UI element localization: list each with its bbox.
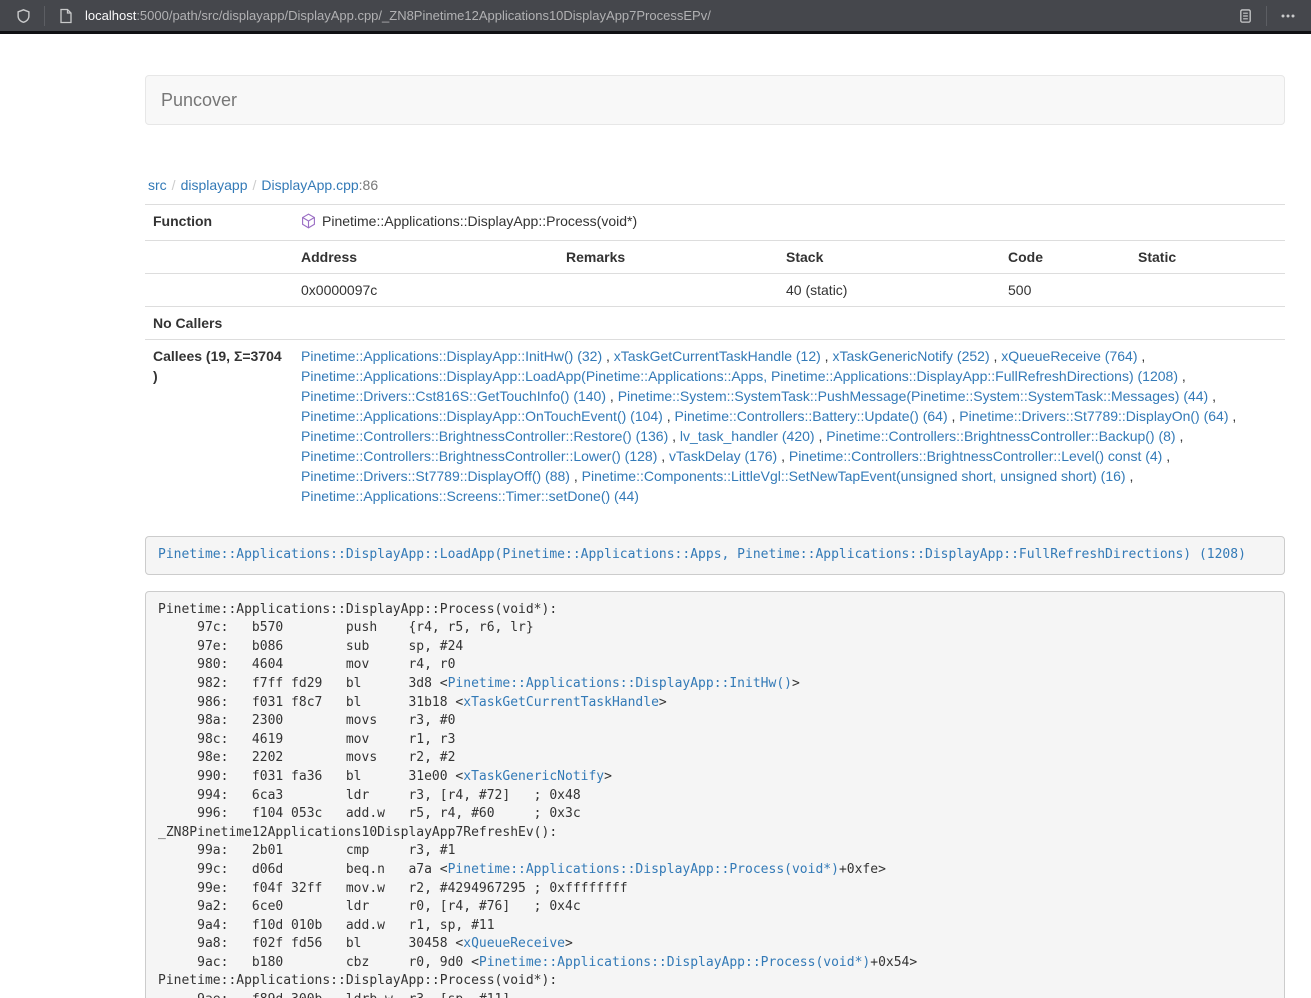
callee-separator: , (990, 348, 1002, 364)
stack-value: 40 (static) (778, 274, 1000, 307)
page-icon[interactable] (53, 3, 79, 29)
breadcrumb-line-number: :86 (359, 177, 378, 193)
symbol-table: Function Pinetime::Applications::Display… (145, 204, 1285, 512)
breadcrumb-separator: / (167, 177, 181, 193)
callee-link[interactable]: xTaskGetCurrentTaskHandle (12) (614, 348, 821, 364)
callee-link[interactable]: Pinetime::Applications::DisplayApp::Init… (301, 348, 602, 364)
callee-link[interactable]: Pinetime::Controllers::BrightnessControl… (789, 448, 1162, 464)
callee-separator: , (657, 448, 669, 464)
callee-link[interactable]: Pinetime::Applications::DisplayApp::OnTo… (301, 408, 663, 424)
callee-link[interactable]: Pinetime::Applications::Screens::Timer::… (301, 488, 639, 504)
detail-value-row: 0x0000097c 40 (static) 500 (145, 274, 1285, 307)
highlighted-callee-link[interactable]: Pinetime::Applications::DisplayApp::Load… (158, 547, 1246, 562)
callee-link[interactable]: xTaskGenericNotify (252) (832, 348, 989, 364)
url-path: :5000/path/src/displayapp/DisplayApp.cpp… (136, 8, 711, 23)
callee-separator: , (815, 428, 827, 444)
callers-row: No Callers (145, 307, 1285, 340)
app-brand-link[interactable]: Puncover (146, 90, 252, 111)
address-value: 0x0000097c (293, 274, 558, 307)
callee-link[interactable]: Pinetime::Controllers::BrightnessControl… (826, 428, 1175, 444)
callees-list: Pinetime::Applications::DisplayApp::Init… (293, 340, 1285, 513)
callee-separator: , (1137, 348, 1145, 364)
callee-link[interactable]: Pinetime::Controllers::BrightnessControl… (301, 428, 668, 444)
urlbar-divider (44, 6, 45, 26)
callee-link[interactable]: Pinetime::Components::LittleVgl::SetNewT… (582, 468, 1126, 484)
callees-row: Callees (19, Σ=3704 ) Pinetime::Applicat… (145, 340, 1285, 513)
callee-separator: , (1208, 388, 1216, 404)
url-host: localhost (85, 8, 136, 23)
browser-chrome: localhost:5000/path/src/displayapp/Displ… (0, 0, 1311, 34)
callee-link[interactable]: lv_task_handler (420) (680, 428, 815, 444)
callee-separator: , (1178, 368, 1186, 384)
callees-label: Callees (19, Σ=3704 ) (145, 340, 293, 513)
url-input[interactable]: localhost:5000/path/src/displayapp/Displ… (85, 8, 1232, 23)
no-callers-label: No Callers (145, 307, 293, 340)
callee-link[interactable]: Pinetime::Controllers::BrightnessControl… (301, 448, 657, 464)
callee-link[interactable]: Pinetime::Drivers::Cst816S::GetTouchInfo… (301, 388, 606, 404)
breadcrumb: src/displayapp/DisplayApp.cpp:86 (145, 177, 1285, 193)
function-name: Pinetime::Applications::DisplayApp::Proc… (322, 213, 637, 229)
assembly-symbol-link[interactable]: Pinetime::Applications::DisplayApp::Proc… (479, 955, 870, 970)
breadcrumb-item: DisplayApp.cpp (261, 177, 358, 193)
breadcrumb-separator: / (248, 177, 262, 193)
callee-separator: , (668, 428, 680, 444)
toolbar-divider (1266, 6, 1267, 26)
callee-link[interactable]: Pinetime::System::SystemTask::PushMessag… (618, 388, 1209, 404)
callee-link[interactable]: Pinetime::Drivers::St7789::DisplayOff() … (301, 468, 570, 484)
callee-separator: , (606, 388, 618, 404)
col-header-code: Code (1000, 241, 1130, 274)
callee-link[interactable]: Pinetime::Drivers::St7789::DisplayOn() (… (959, 408, 1228, 424)
breadcrumb-link[interactable]: DisplayApp.cpp (261, 177, 358, 193)
callee-link[interactable]: Pinetime::Applications::DisplayApp::Load… (301, 368, 1178, 384)
reader-view-icon[interactable] (1232, 3, 1258, 29)
callee-separator: , (1126, 468, 1134, 484)
remarks-value (558, 274, 778, 307)
callee-separator: , (821, 348, 833, 364)
assembly-symbol-link[interactable]: Pinetime::Applications::DisplayApp::Proc… (448, 862, 839, 877)
callee-separator: , (570, 468, 582, 484)
function-cube-icon (301, 213, 316, 234)
detail-header-row: Address Remarks Stack Code Static (145, 241, 1285, 274)
callee-link[interactable]: Pinetime::Controllers::Battery::Update()… (675, 408, 948, 424)
static-value (1130, 274, 1285, 307)
disassembly-box: Pinetime::Applications::DisplayApp::Proc… (145, 591, 1285, 998)
assembly-symbol-link[interactable]: xTaskGenericNotify (463, 769, 604, 784)
shield-icon[interactable] (10, 3, 36, 29)
col-header-address: Address (293, 241, 558, 274)
callee-separator: , (948, 408, 960, 424)
function-row: Function Pinetime::Applications::Display… (145, 205, 1285, 241)
code-value: 500 (1000, 274, 1130, 307)
callee-separator: , (602, 348, 614, 364)
callee-link[interactable]: xQueueReceive (764) (1001, 348, 1137, 364)
app-header: Puncover (145, 75, 1285, 125)
col-header-stack: Stack (778, 241, 1000, 274)
breadcrumb-link[interactable]: src (148, 177, 167, 193)
breadcrumb-link[interactable]: displayapp (181, 177, 248, 193)
page-container: Puncover src/displayapp/DisplayApp.cpp:8… (130, 75, 1300, 998)
assembly-symbol-link[interactable]: Pinetime::Applications::DisplayApp::Init… (448, 676, 792, 691)
more-menu-icon[interactable] (1275, 3, 1301, 29)
callee-separator: , (1176, 428, 1184, 444)
assembly-symbol-link[interactable]: xTaskGetCurrentTaskHandle (463, 695, 659, 710)
callee-separator: , (663, 408, 675, 424)
highlighted-callee-box: Pinetime::Applications::DisplayApp::Load… (145, 536, 1285, 575)
callee-separator: , (777, 448, 789, 464)
callee-separator: , (1162, 448, 1170, 464)
breadcrumb-item: src (148, 177, 167, 193)
function-label: Function (145, 205, 293, 241)
col-header-static: Static (1130, 241, 1285, 274)
assembly-symbol-link[interactable]: xQueueReceive (463, 936, 565, 951)
col-header-remarks: Remarks (558, 241, 778, 274)
breadcrumb-item: displayapp (181, 177, 248, 193)
callee-separator: , (1229, 408, 1237, 424)
callee-link[interactable]: vTaskDelay (176) (669, 448, 777, 464)
